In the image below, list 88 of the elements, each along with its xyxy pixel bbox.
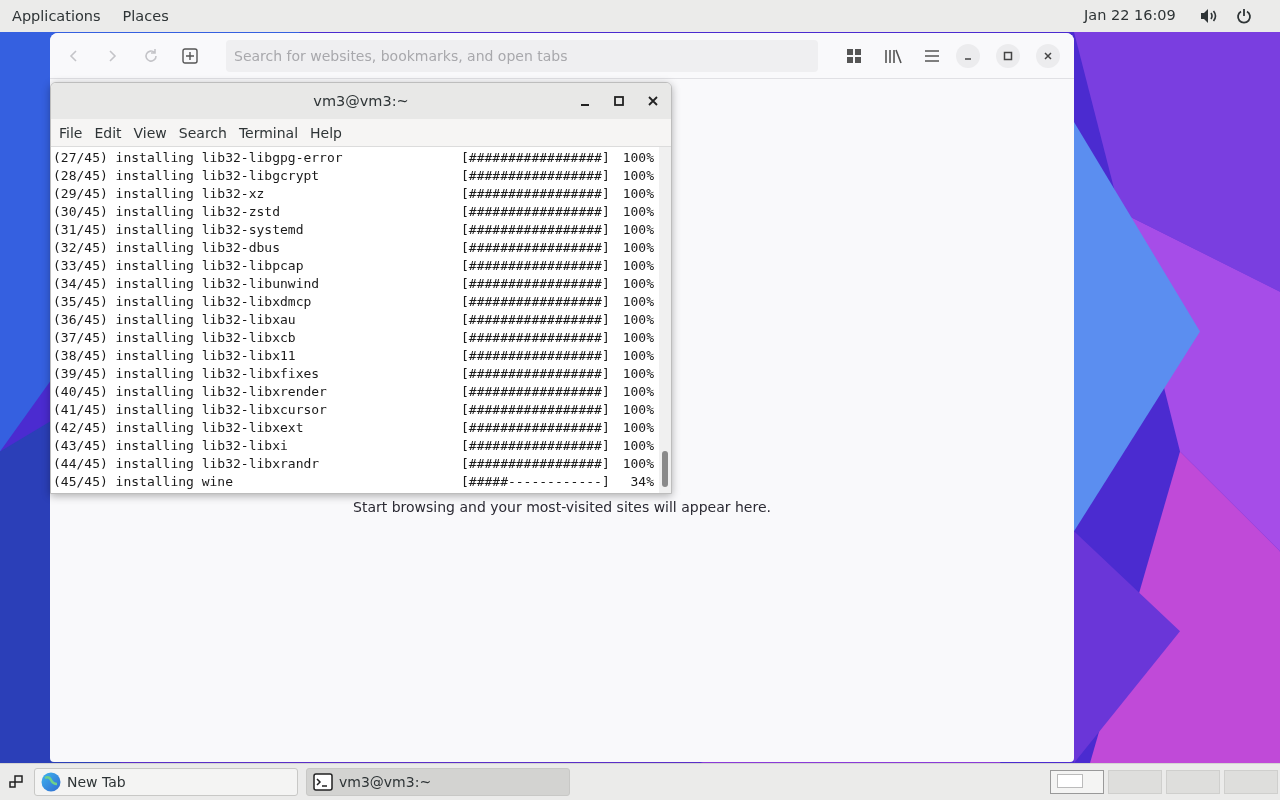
workspace-button[interactable] (1050, 770, 1104, 794)
percent-text: 100% (621, 221, 654, 239)
progress-text: [#####------------] (461, 473, 611, 491)
menu-item[interactable]: Search (172, 124, 233, 141)
progress-text: [#################] (461, 203, 611, 221)
terminal-line: (27/45) installing lib32-libgpg-error (53, 149, 344, 167)
minimize-icon (964, 57, 972, 60)
progress-text: [#################] (461, 167, 611, 185)
close-button[interactable] (647, 95, 659, 107)
percent-text: 100% (621, 311, 654, 329)
percent-text: 100% (621, 455, 654, 473)
terminal-line: (36/45) installing lib32-libxau (53, 311, 297, 329)
terminal-line: (30/45) installing lib32-zstd (53, 203, 281, 221)
percent-text: 34% (629, 473, 654, 491)
show-desktop-icon[interactable] (8, 774, 24, 790)
percent-text: 100% (621, 293, 654, 311)
progress-text: [#################] (461, 239, 611, 257)
taskbar-item[interactable]: vm3@vm3:~ (306, 768, 570, 796)
menu-item[interactable]: Terminal (232, 124, 305, 141)
volume-icon[interactable] (1200, 8, 1218, 24)
percent-text: 100% (621, 203, 654, 221)
grid-icon[interactable] (846, 47, 862, 64)
terminal-line: (32/45) installing lib32-dbus (53, 239, 281, 257)
terminal-line: (40/45) installing lib32-libxrender (53, 383, 328, 401)
percent-text: 100% (621, 149, 654, 167)
progress-text: [#################] (461, 419, 611, 437)
terminal-line: (39/45) installing lib32-libxfixes (53, 365, 321, 383)
terminal-line: (43/45) installing lib32-libxi (53, 437, 289, 455)
maximize-button[interactable] (613, 95, 625, 107)
top-bar-menu[interactable]: Places (122, 8, 169, 24)
progress-text: [#################] (461, 185, 611, 203)
window-title: vm3@vm3:~ (313, 93, 409, 109)
progress-text: [#################] (461, 329, 611, 347)
percent-text: 100% (621, 167, 654, 185)
terminal-line: (29/45) installing lib32-xz (53, 185, 266, 203)
terminal-line: (45/45) installing wine (53, 473, 234, 491)
progress-text: [#################] (461, 293, 611, 311)
progress-text: [#################] (461, 221, 611, 239)
percent-text: 100% (621, 401, 654, 419)
terminal-line: (35/45) installing lib32-libxdmcp (53, 293, 313, 311)
progress-text: [#################] (461, 401, 611, 419)
percent-text: 100% (621, 437, 654, 455)
terminal-line: (28/45) installing lib32-libgcrypt (53, 167, 321, 185)
empty-message: Start browsing and your most-visited sites will appear here. (353, 499, 771, 517)
terminal-line: (33/45) installing lib32-libpcap (53, 257, 305, 275)
progress-text: [#################] (461, 311, 611, 329)
menu-item[interactable]: Help (304, 124, 348, 141)
terminal-line: (42/45) installing lib32-libxext (53, 419, 305, 437)
progress-text: [#################] (461, 365, 611, 383)
new-tab-icon[interactable] (182, 47, 198, 64)
percent-text: 100% (621, 275, 654, 293)
percent-text: 100% (621, 329, 654, 347)
globe-icon (41, 772, 61, 792)
terminal-line: (38/45) installing lib32-libx11 (53, 347, 297, 365)
terminal-line: (34/45) installing lib32-libunwind (53, 275, 321, 293)
power-icon[interactable] (1236, 8, 1252, 24)
maximize-icon (1003, 50, 1013, 61)
menu-item[interactable]: Edit (88, 124, 128, 141)
top-bar-menu[interactable]: Applications (12, 8, 101, 24)
progress-text: [#################] (461, 383, 611, 401)
terminal-line: (41/45) installing lib32-libxcursor (53, 401, 328, 419)
terminal-icon (313, 773, 333, 791)
terminal-line: (37/45) installing lib32-libxcb (53, 329, 297, 347)
progress-text: [#################] (461, 347, 611, 365)
percent-text: 100% (621, 419, 654, 437)
terminal-line: (31/45) installing lib32-systemd (53, 221, 305, 239)
percent-text: 100% (621, 383, 654, 401)
percent-text: 100% (621, 347, 654, 365)
search-field[interactable]: Search for websites, bookmarks, and open tabs (226, 39, 818, 72)
percent-text: 100% (621, 185, 654, 203)
scrollbar-thumb[interactable] (662, 451, 668, 487)
library-icon[interactable] (884, 47, 902, 64)
clock[interactable]: Jan 22 16:09 (1084, 7, 1176, 23)
progress-text: [#################] (461, 257, 611, 275)
percent-text: 100% (621, 239, 654, 257)
terminal-line: (44/45) installing lib32-libxrandr (53, 455, 321, 473)
close-icon (1043, 50, 1053, 61)
menu-icon[interactable] (924, 47, 940, 64)
progress-text: [#################] (461, 455, 611, 473)
taskbar-item[interactable]: New Tab (34, 768, 298, 796)
progress-text: [#################] (461, 275, 611, 293)
percent-text: 100% (621, 365, 654, 383)
progress-text: [#################] (461, 437, 611, 455)
maximize-button[interactable] (996, 43, 1020, 68)
percent-text: 100% (621, 257, 654, 275)
progress-text: [#################] (461, 149, 611, 167)
menu-item[interactable]: File (53, 124, 89, 141)
menu-item[interactable]: View (127, 124, 173, 141)
